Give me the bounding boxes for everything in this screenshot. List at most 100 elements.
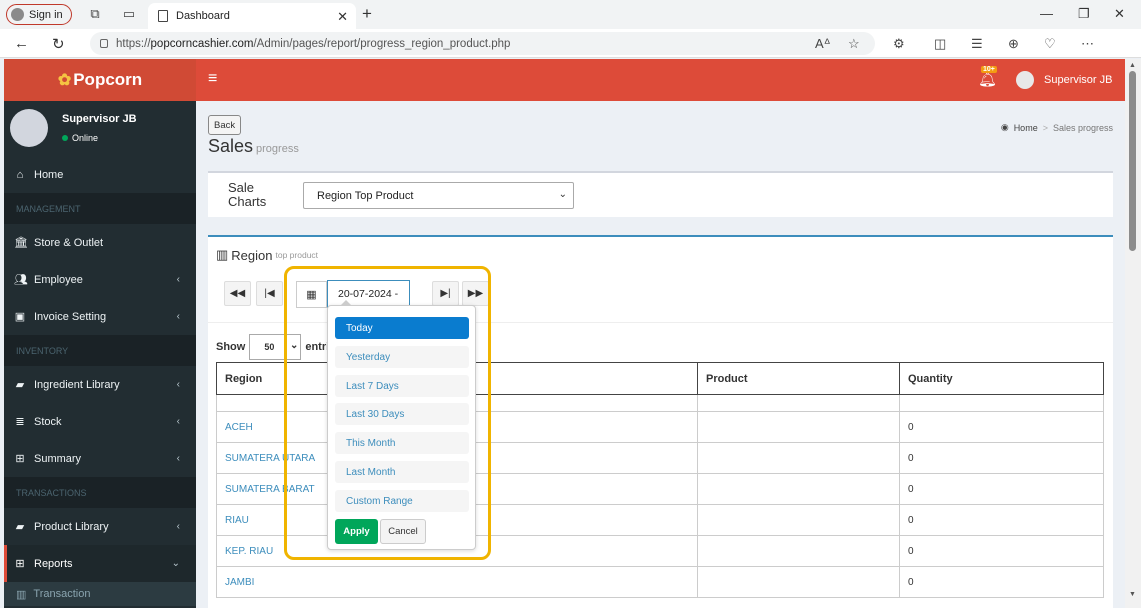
page-scrollbar[interactable]: ▲ ▼ (1125, 59, 1141, 608)
url-field[interactable]: https://popcorncashier.com/Admin/pages/r… (90, 32, 875, 55)
product-cell (697, 504, 900, 536)
range-custom[interactable]: Custom Range (335, 490, 469, 512)
browser-tab-bar: Sign in ⧉ ▭ Dashboard ✕ + — ❐ ✕ (0, 0, 1141, 29)
table-icon: ⊞ (15, 453, 25, 465)
sidebar-item-home[interactable]: ⌂ Home (4, 156, 196, 193)
sidebar: Supervisor JB Online ⌂ Home MANAGEMENT 🏛︎… (4, 101, 196, 608)
tab-actions-icon[interactable]: ▭ (122, 7, 136, 21)
money-icon: ▣ (14, 311, 26, 323)
calendar-icon[interactable]: ▦ (296, 281, 327, 308)
sidebar-item-summary[interactable]: ⊞ Summary ‹ (4, 440, 196, 477)
sidebar-header-inventory: INVENTORY (4, 335, 196, 366)
back-button[interactable]: Back (208, 115, 242, 135)
quantity-cell: 0 (899, 504, 1104, 536)
column-header-quantity[interactable]: Quantity (899, 362, 1104, 395)
fast-backward-button[interactable]: ◀◀ (224, 281, 251, 306)
fast-forward-button[interactable]: ▶▶ (462, 281, 489, 306)
breadcrumb-home[interactable]: Home (1014, 123, 1038, 133)
sidebar-item-employee[interactable]: 👥︎ Employee ‹ (4, 261, 196, 298)
collections-icon[interactable]: ⊕ (1008, 36, 1019, 52)
chevron-left-icon: ‹ (176, 379, 180, 390)
user-name[interactable]: Supervisor JB (1044, 74, 1112, 86)
range-last-7-days[interactable]: Last 7 Days (335, 375, 469, 397)
profile-name: Supervisor JB (62, 113, 137, 125)
range-this-month[interactable]: This Month (335, 432, 469, 454)
step-forward-button[interactable]: ▶| (432, 281, 459, 306)
logo-text: Popcorn (73, 70, 143, 89)
dashboard-icon: ◉ (1000, 122, 1009, 132)
chevron-left-icon: ‹ (176, 453, 180, 464)
quantity-cell: 0 (899, 535, 1104, 567)
product-cell (697, 411, 900, 443)
extensions-icon[interactable]: ⚙ (893, 36, 905, 52)
profile-status: Online (62, 133, 98, 143)
new-tab-icon[interactable]: + (362, 4, 372, 24)
cancel-button[interactable]: Cancel (380, 519, 426, 544)
user-avatar[interactable] (1016, 71, 1034, 89)
range-yesterday[interactable]: Yesterday (335, 346, 469, 368)
chart-type-select[interactable]: Region Top Product ⌄ (303, 182, 574, 209)
signin-button[interactable]: Sign in (6, 4, 72, 25)
favorites-icon[interactable]: ☰ (971, 36, 983, 52)
step-backward-button[interactable]: |◀ (256, 281, 283, 306)
refresh-icon[interactable]: ↻ (52, 35, 65, 53)
sidebar-item-invoice-setting[interactable]: ▣ Invoice Setting ‹ (4, 298, 196, 335)
notification-badge: 10+ (981, 66, 997, 73)
page-icon (158, 10, 168, 22)
sidebar-item-reports[interactable]: ⊞ Reports ⌄ (4, 545, 196, 582)
back-arrow-icon[interactable]: ← (14, 35, 29, 52)
breadcrumb-current: Sales progress (1052, 122, 1113, 133)
chevron-down-icon: ⌄ (558, 189, 567, 200)
range-last-30-days[interactable]: Last 30 Days (335, 403, 469, 425)
read-aloud-icon[interactable]: Aᐞ (815, 36, 831, 52)
range-last-month[interactable]: Last Month (335, 461, 469, 483)
close-window-icon[interactable]: ✕ (1114, 6, 1125, 22)
app-logo[interactable]: ✿ Popcorn (4, 59, 196, 101)
favorite-star-icon[interactable]: ☆ (848, 36, 860, 52)
profile-icon (11, 8, 24, 21)
report-heading: ▥ Region top product (216, 247, 319, 263)
tab-dashboard[interactable]: Dashboard ✕ (148, 3, 356, 29)
region-link[interactable]: JAMBI (216, 566, 698, 598)
entries-select[interactable]: 50 ⌄ (249, 334, 302, 360)
scroll-up-icon[interactable]: ▲ (1129, 62, 1136, 69)
range-today[interactable]: Today (335, 317, 469, 339)
column-header-product[interactable]: Product (697, 362, 900, 395)
split-screen-icon[interactable]: ◫ (934, 36, 946, 52)
sidebar-profile: Supervisor JB Online (4, 101, 196, 156)
table-row: JAMBI 0 (216, 566, 1104, 598)
chevron-down-icon: ⌄ (289, 340, 299, 351)
minimize-icon[interactable]: — (1040, 6, 1053, 21)
product-cell (697, 442, 900, 474)
close-tab-icon[interactable]: ✕ (337, 9, 348, 25)
sidebar-subitem-transaction[interactable]: ▥ Transaction (4, 582, 196, 606)
sidebar-item-store-outlet[interactable]: 🏛︎ Store & Outlet (4, 224, 196, 261)
chevron-left-icon: ‹ (176, 521, 180, 532)
page-title: Sales progress (208, 136, 299, 156)
show-entries: Show 50 ⌄ entri (216, 334, 329, 360)
browser-essentials-icon[interactable]: ♡ (1044, 36, 1056, 52)
signin-label: Sign in (29, 8, 63, 21)
scroll-thumb[interactable] (1129, 71, 1136, 251)
sidebar-item-stock[interactable]: ≣ Stock ‹ (4, 403, 196, 440)
lock-icon (100, 39, 108, 48)
product-cell (697, 566, 900, 598)
home-icon: ⌂ (16, 168, 24, 181)
database-icon: ≣ (15, 416, 25, 428)
chevron-left-icon: ‹ (176, 311, 180, 322)
workspaces-icon[interactable]: ⧉ (88, 7, 102, 21)
profile-avatar (10, 109, 48, 147)
date-range-picker: Today Yesterday Last 7 Days Last 30 Days… (327, 300, 476, 550)
scroll-down-icon[interactable]: ▼ (1129, 591, 1136, 598)
online-dot-icon (62, 135, 68, 141)
url-text: https://popcorncashier.com/Admin/pages/r… (116, 37, 511, 50)
table-icon: ⊞ (15, 558, 25, 570)
apply-button[interactable]: Apply (335, 519, 378, 544)
sale-charts-label: Sale Charts (228, 180, 267, 209)
sidebar-item-product-library[interactable]: ▰ Product Library ‹ (4, 508, 196, 545)
more-menu-icon[interactable]: ⋯ (1081, 36, 1094, 52)
chevron-down-icon: ⌄ (171, 558, 180, 569)
sidebar-item-ingredient-library[interactable]: ▰ Ingredient Library ‹ (4, 366, 196, 403)
hamburger-menu-icon[interactable]: ≡ (208, 70, 217, 88)
restore-icon[interactable]: ❐ (1078, 6, 1090, 22)
